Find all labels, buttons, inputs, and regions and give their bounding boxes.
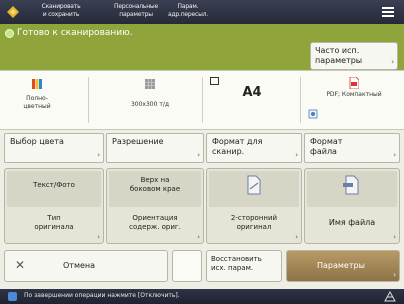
- cancel-button[interactable]: ✕ Отмена: [4, 250, 168, 282]
- pdf-file-icon: [349, 77, 359, 89]
- orientation-button[interactable]: Верх на боковом крае Ориентация содерж. …: [106, 168, 204, 244]
- status-message: Готово к сканированию.: [17, 28, 133, 38]
- color-select-button[interactable]: Выбор цвета ›: [4, 133, 104, 163]
- settings-summary: Полно- цветный 300x300 т/д A4 PDF; Компа…: [0, 70, 404, 130]
- tab-personal-settings[interactable]: Персональные параметры: [110, 3, 162, 19]
- chevron-icon: ›: [391, 58, 394, 66]
- job-status-icon[interactable]: [384, 291, 396, 302]
- close-icon: ✕: [15, 258, 26, 272]
- summary-file-format: PDF; Компактный: [304, 71, 404, 129]
- scan-size-button[interactable]: Формат для сканир. ›: [206, 133, 302, 163]
- duplex-page-icon: [247, 175, 261, 195]
- blank-slot: [172, 250, 202, 282]
- file-name-button[interactable]: Имя файла ›: [304, 168, 400, 244]
- info-icon: [8, 292, 17, 301]
- summary-size: A4: [204, 71, 300, 129]
- resolution-button[interactable]: Разрешение ›: [106, 133, 204, 163]
- duplex-original-button[interactable]: 2-сторонний оригинал ›: [206, 168, 302, 244]
- menu-icon[interactable]: [382, 7, 394, 17]
- footer-bar: По завершении операции нажмите [Отключит…: [0, 289, 404, 304]
- resolution-grid-icon: [145, 79, 155, 89]
- scan-home-icon[interactable]: [6, 5, 20, 19]
- color-bars-icon: [32, 79, 42, 89]
- compact-file-icon: [308, 109, 318, 119]
- file-format-button[interactable]: Формат файла ›: [304, 133, 400, 163]
- restore-defaults-button[interactable]: Восстановить исх. парам.: [206, 250, 282, 282]
- top-bar: Сканировать и сохранить Персональные пар…: [0, 0, 404, 24]
- summary-resolution: 300x300 т/д: [100, 71, 200, 129]
- summary-color: Полно- цветный: [0, 71, 74, 129]
- favorite-settings-button[interactable]: Часто исп. параметры ›: [310, 42, 398, 70]
- file-name-icon: [343, 175, 359, 195]
- options-button[interactable]: Параметры ›: [286, 250, 400, 282]
- tab-address-settings[interactable]: Парам. адр.пересыл.: [166, 3, 210, 19]
- page-size-icon: [210, 77, 219, 85]
- tab-scan-and-store[interactable]: Сканировать и сохранить: [36, 3, 86, 19]
- original-type-button[interactable]: Текст/Фото Тип оригинала ›: [4, 168, 104, 244]
- ready-indicator-icon: [5, 29, 14, 38]
